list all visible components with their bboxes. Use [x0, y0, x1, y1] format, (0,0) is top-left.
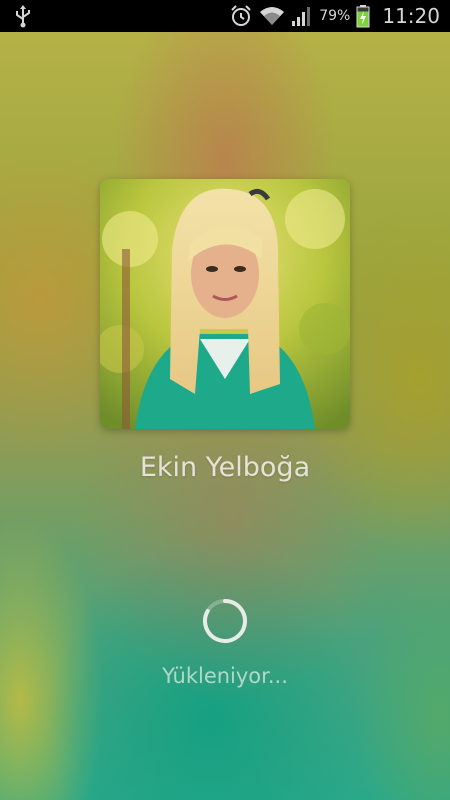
loading-spinner-icon — [201, 597, 249, 645]
status-bar: 79% 11:20 — [0, 0, 450, 32]
loading-text: Yükleniyor... — [162, 664, 288, 688]
wifi-icon — [259, 5, 285, 27]
signal-icon — [291, 5, 313, 27]
battery-percent: 79% — [319, 8, 351, 24]
battery-charging-icon — [356, 4, 370, 28]
clock: 11:20 — [382, 4, 440, 28]
artist-name: Ekin Yelboğa — [139, 452, 311, 483]
usb-icon — [14, 4, 32, 32]
alarm-icon — [229, 4, 253, 28]
album-art — [100, 179, 350, 429]
